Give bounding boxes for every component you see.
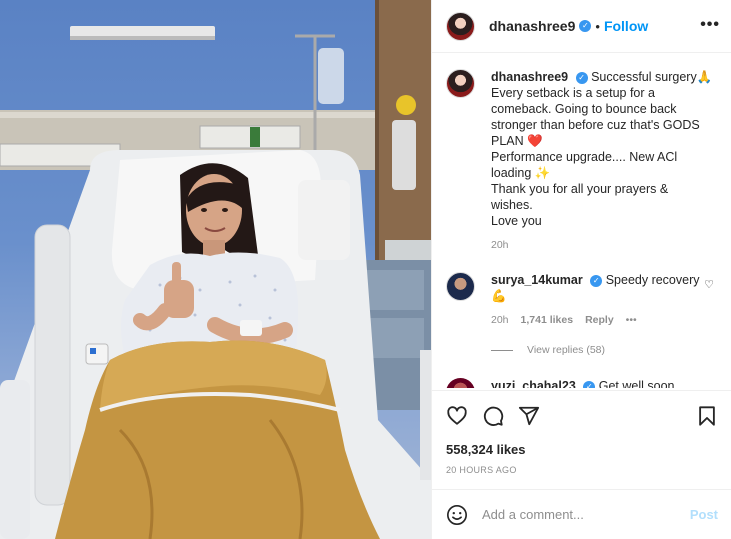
author-username[interactable]: dhanashree9 [489, 18, 575, 34]
caption-line: Successful surgery🙏 [591, 70, 713, 84]
caption-avatar[interactable] [446, 69, 475, 98]
save-bookmark-icon[interactable] [696, 405, 718, 427]
more-options-icon[interactable]: ••• [700, 16, 720, 34]
commenter-username[interactable]: yuzi_chahal23 [491, 379, 576, 388]
like-heart-icon[interactable] [446, 405, 468, 427]
comment-more-icon[interactable]: ••• [626, 314, 637, 326]
caption-time: 20h [491, 239, 509, 251]
action-bar: 558,324 likes 20 HOURS AGO [432, 390, 731, 488]
comment-like-heart-icon[interactable]: ♡ [704, 278, 714, 291]
caption-line: Every setback is a setup for a [491, 86, 655, 100]
caption-line: Love you [491, 214, 542, 228]
caption-line: comeback. Going to bounce back [491, 102, 677, 116]
share-paper-plane-icon[interactable] [518, 405, 540, 427]
caption-line: loading ✨ [491, 166, 551, 180]
caption-body: dhanashree9 ✓ Successful surgery🙏 Every … [491, 69, 726, 229]
commenter-avatar[interactable] [446, 272, 475, 301]
comment-body: yuzi_chahal23 ✓ Get well soon [491, 378, 726, 388]
comment-meta: 20h 1,741 likes Reply ••• [491, 314, 726, 326]
comment-item: yuzi_chahal23 ✓ Get well soon [446, 378, 726, 388]
likes-count[interactable]: 558,324 likes [446, 442, 526, 457]
caption: dhanashree9 ✓ Successful surgery🙏 Every … [446, 69, 726, 251]
hospital-bed-photo [0, 0, 431, 539]
separator-dot: • [595, 18, 600, 34]
view-replies-button[interactable]: View replies (58) [491, 344, 605, 356]
caption-line: Performance upgrade.... New ACl [491, 150, 678, 164]
post-photo[interactable] [0, 0, 431, 539]
caption-line: PLAN ❤️ [491, 134, 543, 148]
comment-likes-count[interactable]: 1,741 likes [521, 314, 574, 326]
comment-body: surya_14kumar ✓ Speedy recovery 💪 [491, 272, 701, 304]
add-comment-bar: Post [432, 489, 731, 539]
view-replies-label: View replies (58) [527, 344, 606, 356]
verified-badge-icon: ✓ [583, 380, 596, 388]
post-header: dhanashree9 ✓ • Follow ••• [432, 0, 731, 53]
emoji-smiley-icon[interactable] [446, 504, 468, 526]
comment-text: Get well soon [598, 379, 675, 388]
follow-button[interactable]: Follow [604, 18, 648, 34]
verified-badge-icon: ✓ [579, 20, 592, 32]
comments-section[interactable]: dhanashree9 ✓ Successful surgery🙏 Every … [432, 53, 731, 388]
comment-text: Speedy recovery [605, 273, 700, 287]
caption-line: Thank you for all your prayers & [491, 182, 669, 196]
commenter-avatar[interactable] [446, 378, 475, 388]
comment-emoji: 💪 [491, 289, 507, 303]
action-icons [446, 405, 540, 427]
verified-badge-icon: ✓ [575, 71, 588, 84]
post-comment-button[interactable]: Post [690, 507, 718, 522]
caption-line: wishes. [491, 198, 533, 212]
verified-badge-icon: ✓ [590, 274, 603, 287]
add-comment-input[interactable] [482, 507, 682, 522]
comment-item: surya_14kumar ✓ Speedy recovery 💪 ♡ 20h … [446, 272, 726, 326]
caption-username[interactable]: dhanashree9 [491, 70, 568, 84]
comment-bubble-icon[interactable] [482, 405, 504, 427]
replies-line [491, 349, 513, 351]
post-timestamp: 20 HOURS AGO [446, 465, 517, 475]
commenter-username[interactable]: surya_14kumar [491, 273, 583, 287]
caption-line: stronger than before cuz that's GODS [491, 118, 700, 132]
post-sidebar: dhanashree9 ✓ • Follow ••• dhanashree9 ✓… [431, 0, 731, 539]
comment-reply-button[interactable]: Reply [585, 314, 614, 326]
author-avatar[interactable] [446, 11, 475, 41]
comment-time: 20h [491, 314, 509, 326]
